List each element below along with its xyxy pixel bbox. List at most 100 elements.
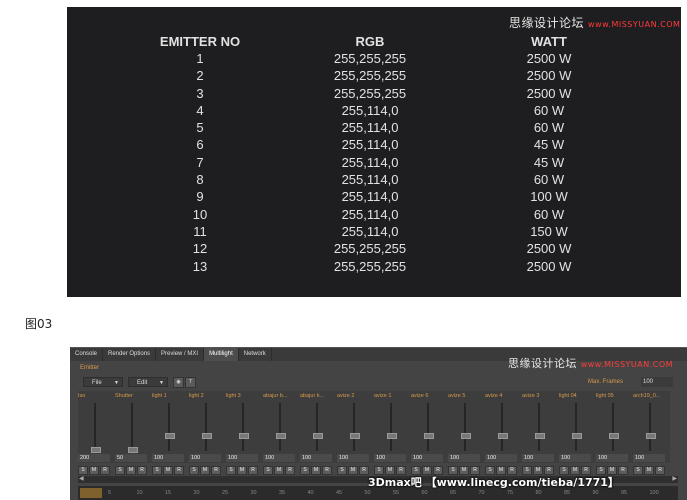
watermark-window: 思缘设计论坛 www.MISSYUAN.COM [508, 355, 673, 371]
slider-knob[interactable] [165, 432, 175, 439]
watt-column: WATT 2500 W 2500 W 2500 W 60 W 60 W 45 W 45 W6… [509, 33, 589, 275]
channel-value-input[interactable]: 100 [596, 454, 628, 462]
slider-knob[interactable] [535, 432, 545, 439]
mute-button[interactable]: M [348, 466, 358, 475]
channel-value-input[interactable]: 100 [559, 454, 591, 462]
watermark-url: www.MISSYUAN.COM [588, 20, 681, 29]
tab-network[interactable]: Network [239, 348, 272, 361]
slider-knob[interactable] [498, 432, 508, 439]
channel-value-input[interactable]: 100 [300, 454, 332, 462]
channel-value-input[interactable]: 50 [115, 454, 147, 462]
mute-button[interactable]: M [311, 466, 321, 475]
tab-preview-mxi[interactable]: Preview / MXI [156, 348, 205, 361]
emitter-no-cell: 12 [192, 241, 208, 257]
channel-value-input[interactable]: 100 [374, 454, 406, 462]
slider-track[interactable] [575, 403, 577, 451]
slider-knob[interactable] [91, 447, 101, 453]
emitter-no-cell: 2 [196, 68, 204, 84]
watermark-top: 思缘设计论坛 www.MISSYUAN.COM [509, 14, 680, 31]
solo-button[interactable]: S [226, 466, 236, 475]
slider-track[interactable] [205, 403, 207, 451]
text-icon[interactable]: T [185, 377, 196, 388]
solo-button[interactable]: S [300, 466, 310, 475]
slider-track[interactable] [279, 403, 281, 451]
slider-knob[interactable] [276, 432, 286, 439]
mute-button[interactable]: M [237, 466, 247, 475]
slider-knob[interactable] [572, 432, 582, 439]
camera-icon[interactable]: ◉ [173, 377, 184, 388]
render-button[interactable]: R [248, 466, 258, 475]
slider-knob[interactable] [128, 447, 138, 453]
slider-track[interactable] [131, 403, 133, 451]
mute-button[interactable]: M [644, 466, 654, 475]
slider-knob[interactable] [424, 432, 434, 439]
mute-button[interactable]: M [274, 466, 284, 475]
slider-track[interactable] [427, 403, 429, 451]
slider-knob[interactable] [461, 432, 471, 439]
slider-track[interactable] [316, 403, 318, 451]
slider-track[interactable] [464, 403, 466, 451]
slider-track[interactable] [538, 403, 540, 451]
channel-value-input[interactable]: 100 [337, 454, 369, 462]
render-button[interactable]: R [174, 466, 184, 475]
channel-value-input[interactable]: 200 [78, 454, 110, 462]
channel-value-input[interactable]: 100 [411, 454, 443, 462]
render-button[interactable]: R [285, 466, 295, 475]
render-button[interactable]: R [137, 466, 147, 475]
slider-track[interactable] [390, 403, 392, 451]
channel-strip-item: light 2 100 [189, 391, 225, 463]
channel-value-input[interactable]: 100 [263, 454, 295, 462]
channel-value-input[interactable]: 100 [226, 454, 258, 462]
slider-track[interactable] [501, 403, 503, 451]
channel-value-input[interactable]: 100 [522, 454, 554, 462]
channel-value-input[interactable]: 100 [152, 454, 184, 462]
mute-button[interactable]: M [200, 466, 210, 475]
edit-menu[interactable]: Edit ▼ [128, 377, 168, 387]
render-button[interactable]: R [322, 466, 332, 475]
slider-track[interactable] [353, 403, 355, 451]
channel-name: abajur k... [300, 393, 325, 399]
solo-button[interactable]: S [78, 466, 88, 475]
slider-track[interactable] [649, 403, 651, 451]
file-menu[interactable]: File ▼ [83, 377, 123, 387]
slider-knob[interactable] [646, 432, 656, 439]
channel-value-input[interactable]: 100 [633, 454, 665, 462]
mute-button[interactable]: M [126, 466, 136, 475]
timeline-tick: 85 [564, 490, 571, 496]
channel-value-input[interactable]: 100 [189, 454, 221, 462]
solo-button[interactable]: S [337, 466, 347, 475]
tab-multilight[interactable]: Multilight [204, 348, 239, 361]
slider-track[interactable] [168, 403, 170, 451]
slider-knob[interactable] [239, 432, 249, 439]
slider-track[interactable] [94, 403, 96, 451]
solo-button[interactable]: S [263, 466, 273, 475]
scroll-right-icon[interactable]: ▶ [672, 475, 677, 482]
solo-button[interactable]: S [633, 466, 643, 475]
render-button[interactable]: R [100, 466, 110, 475]
tab-render-options[interactable]: Render Options [103, 348, 157, 361]
slider-track[interactable] [612, 403, 614, 451]
slider-knob[interactable] [609, 432, 619, 439]
slider-knob[interactable] [202, 432, 212, 439]
slider-track[interactable] [242, 403, 244, 451]
render-button[interactable]: R [655, 466, 665, 475]
slider-knob[interactable] [313, 432, 323, 439]
slider-knob[interactable] [387, 432, 397, 439]
solo-button[interactable]: S [115, 466, 125, 475]
solo-button[interactable]: S [152, 466, 162, 475]
channel-value-input[interactable]: 100 [485, 454, 517, 462]
scroll-left-icon[interactable]: ◀ [79, 475, 84, 482]
render-button[interactable]: R [618, 466, 628, 475]
tab-console[interactable]: Console [70, 348, 104, 361]
timeline-playhead[interactable] [80, 488, 102, 498]
mute-button[interactable]: M [89, 466, 99, 475]
channel-strip-item: avize 2 100 [337, 391, 373, 463]
channel-name: avize 5 [448, 393, 466, 399]
slider-knob[interactable] [350, 432, 360, 439]
channel-value-input[interactable]: 100 [448, 454, 480, 462]
render-button[interactable]: R [211, 466, 221, 475]
mute-button[interactable]: M [163, 466, 173, 475]
channel-name: light 1 [152, 393, 167, 399]
max-frames-input[interactable]: 100 [641, 377, 673, 387]
solo-button[interactable]: S [189, 466, 199, 475]
